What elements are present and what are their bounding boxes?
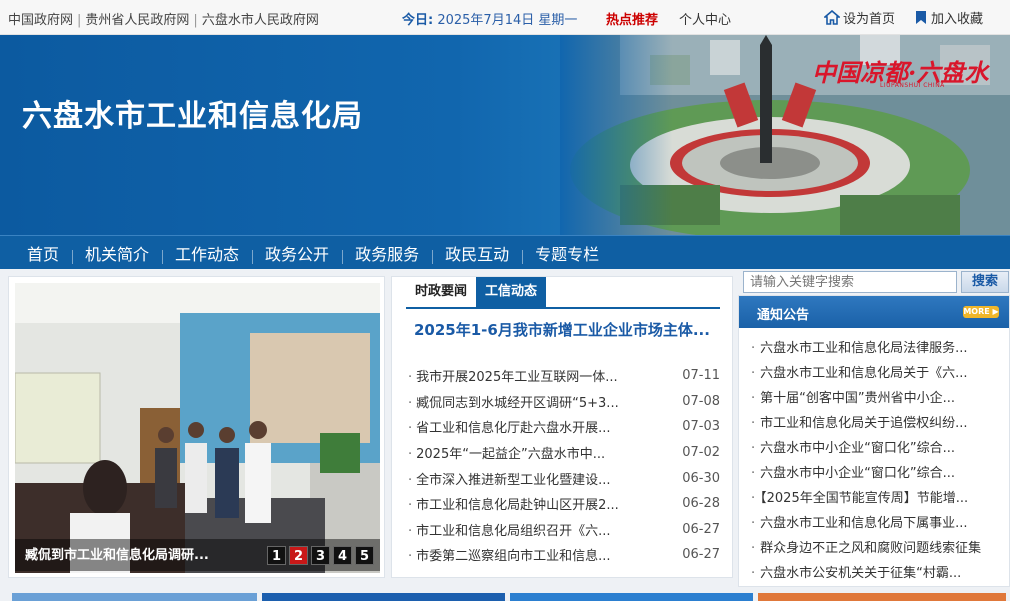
- gov-links: 中国政府网 | 贵州省人民政府网 | 六盘水市人民政府网: [8, 13, 319, 28]
- slide-caption[interactable]: 臧侃到市工业和信息化局调研...: [25, 544, 209, 563]
- news-item-date: 07-08: [682, 393, 720, 409]
- add-favorite-button[interactable]: 加入收藏: [914, 8, 983, 27]
- search-input[interactable]: [743, 271, 957, 293]
- news-item-date: 06-28: [682, 496, 720, 512]
- news-item-title[interactable]: 2025年“一起益企”六盘水市中...: [408, 443, 605, 462]
- link-guizhou-gov[interactable]: 贵州省人民政府网: [85, 13, 189, 28]
- nav-home[interactable]: 首页: [14, 241, 72, 265]
- notice-item[interactable]: 六盘水市工业和信息化局关于《六...: [751, 361, 1003, 386]
- notice-item[interactable]: 【2025年全国节能宣传周】节能增...: [751, 486, 1003, 511]
- news-item-title[interactable]: 我市开展2025年工业互联网一体...: [408, 366, 617, 385]
- notice-item[interactable]: 六盘水市中小企业“窗口化”综合...: [751, 436, 1003, 461]
- add-favorite-label: 加入收藏: [931, 12, 984, 27]
- notice-item[interactable]: 六盘水市工业和信息化局下属事业...: [751, 511, 1003, 536]
- slide-page-2[interactable]: 2: [289, 546, 308, 565]
- news-item[interactable]: 全市深入推进新型工业化暨建设... 06-30: [408, 465, 720, 491]
- slide-page-3[interactable]: 3: [311, 546, 330, 565]
- today-date: 今日: 2025年7月14日 星期一: [402, 9, 577, 28]
- site-title: 六盘水市工业和信息化局: [22, 99, 363, 134]
- news-item-date: 07-11: [682, 368, 720, 384]
- logo-subtext: LIUPANSHUI CHINA: [880, 82, 945, 89]
- notice-header: 通知公告 MORE ▶: [739, 296, 1009, 328]
- news-item-title[interactable]: 全市深入推进新型工业化暨建设...: [408, 469, 610, 488]
- news-item-date: 06-27: [682, 521, 720, 537]
- bottom-banner-3[interactable]: [510, 593, 753, 601]
- slide-page-1[interactable]: 1: [267, 546, 286, 565]
- news-item[interactable]: 市工业和信息化局组织召开《六... 06-27: [408, 517, 720, 543]
- news-panel: 时政要闻 工信动态 2025年1-6月我市新增工业企业市场主体... 我市开展2…: [391, 276, 733, 578]
- nav-gov-disclosure[interactable]: 政务公开: [252, 241, 342, 265]
- bookmark-icon: [916, 11, 926, 24]
- link-liupanshui-gov[interactable]: 六盘水市人民政府网: [202, 13, 319, 28]
- news-item-date: 07-03: [682, 419, 720, 435]
- news-tabs: 时政要闻 工信动态: [406, 277, 547, 307]
- news-list: 我市开展2025年工业互联网一体... 07-11 臧侃同志到水城经开区调研“5+…: [408, 363, 720, 568]
- search-button[interactable]: 搜索: [961, 271, 1009, 293]
- bottom-banner-4[interactable]: [758, 593, 1006, 601]
- notice-item[interactable]: 第十届“创客中国”贵州省中小企...: [751, 386, 1003, 411]
- search-box: 搜索: [743, 270, 1009, 294]
- set-home-label: 设为首页: [843, 12, 896, 27]
- news-headline[interactable]: 2025年1-6月我市新增工业企业市场主体...: [414, 319, 710, 340]
- news-item-date: 06-30: [682, 470, 720, 486]
- link-china-gov[interactable]: 中国政府网: [8, 13, 73, 28]
- personal-center-link[interactable]: 个人中心: [679, 9, 731, 28]
- slide-pager: 1 2 3 4 5: [267, 546, 374, 565]
- set-home-button[interactable]: 设为首页: [824, 8, 895, 27]
- news-slideshow[interactable]: 臧侃到市工业和信息化局调研... 1 2 3 4 5: [8, 276, 385, 578]
- news-item[interactable]: 市工业和信息化局赴钟山区开展2... 06-28: [408, 491, 720, 517]
- nav-about[interactable]: 机关简介: [72, 241, 162, 265]
- news-item-title[interactable]: 市工业和信息化局组织召开《六...: [408, 520, 610, 539]
- news-item[interactable]: 2025年“一起益企”六盘水市中... 07-02: [408, 440, 720, 466]
- nav-gov-services[interactable]: 政务服务: [342, 241, 432, 265]
- nav-interaction[interactable]: 政民互动: [432, 241, 522, 265]
- news-item-title[interactable]: 臧侃同志到水城经开区调研“5+3...: [408, 392, 619, 411]
- header-banner: 六盘水市工业和信息化局 中国凉都·六盘水 LIUPANSHUI CHINA: [0, 35, 1010, 235]
- today-value: 2025年7月14日 星期一: [437, 13, 578, 28]
- home-icon: [824, 10, 840, 25]
- news-item-title[interactable]: 省工业和信息化厅赴六盘水开展...: [408, 417, 610, 436]
- news-item[interactable]: 市委第二巡察组向市工业和信息... 06-27: [408, 542, 720, 568]
- notice-item[interactable]: 市工业和信息化局关于追偿权纠纷...: [751, 411, 1003, 436]
- notice-item[interactable]: 群众身边不正之风和腐败问题线索征集: [751, 536, 1003, 561]
- notice-panel: 通知公告 MORE ▶ 六盘水市工业和信息化局法律服务... 六盘水市工业和信息…: [738, 295, 1010, 587]
- tab-industry-news[interactable]: 工信动态: [476, 277, 547, 307]
- notice-item[interactable]: 六盘水市公安机关关于征集“村霸...: [751, 561, 1003, 586]
- tab-underline: [406, 307, 720, 309]
- notice-list: 六盘水市工业和信息化局法律服务... 六盘水市工业和信息化局关于《六... 第十…: [751, 336, 1003, 586]
- nav-work-news[interactable]: 工作动态: [162, 241, 252, 265]
- news-item[interactable]: 我市开展2025年工业互联网一体... 07-11: [408, 363, 720, 389]
- news-item-title[interactable]: 市工业和信息化局赴钟山区开展2...: [408, 494, 619, 513]
- bottom-banner-2[interactable]: [262, 593, 505, 601]
- news-item[interactable]: 臧侃同志到水城经开区调研“5+3... 07-08: [408, 389, 720, 415]
- bottom-banner-1[interactable]: [12, 593, 257, 601]
- slide-page-4[interactable]: 4: [333, 546, 352, 565]
- tab-politics-news[interactable]: 时政要闻: [406, 277, 476, 307]
- news-item-date: 06-27: [682, 547, 720, 563]
- news-item[interactable]: 省工业和信息化厅赴六盘水开展... 07-03: [408, 414, 720, 440]
- slide-page-5[interactable]: 5: [355, 546, 374, 565]
- hot-recommend-link[interactable]: 热点推荐: [606, 9, 658, 28]
- today-label: 今日:: [402, 13, 434, 28]
- notice-item[interactable]: 六盘水市中小企业“窗口化”综合...: [751, 461, 1003, 486]
- more-button[interactable]: MORE ▶: [963, 306, 999, 318]
- news-item-title[interactable]: 市委第二巡察组向市工业和信息...: [408, 545, 610, 564]
- main-nav: 首页 机关简介 工作动态 政务公开 政务服务 政民互动 专题专栏: [0, 235, 1010, 269]
- nav-special-topics[interactable]: 专题专栏: [522, 241, 612, 265]
- news-item-date: 07-02: [682, 445, 720, 461]
- notice-title: 通知公告: [757, 308, 810, 323]
- slideshow-photo[interactable]: [15, 283, 380, 573]
- top-bar: 中国政府网 | 贵州省人民政府网 | 六盘水市人民政府网 今日: 2025年7月14日 …: [0, 0, 1010, 35]
- notice-item[interactable]: 六盘水市工业和信息化局法律服务...: [751, 336, 1003, 361]
